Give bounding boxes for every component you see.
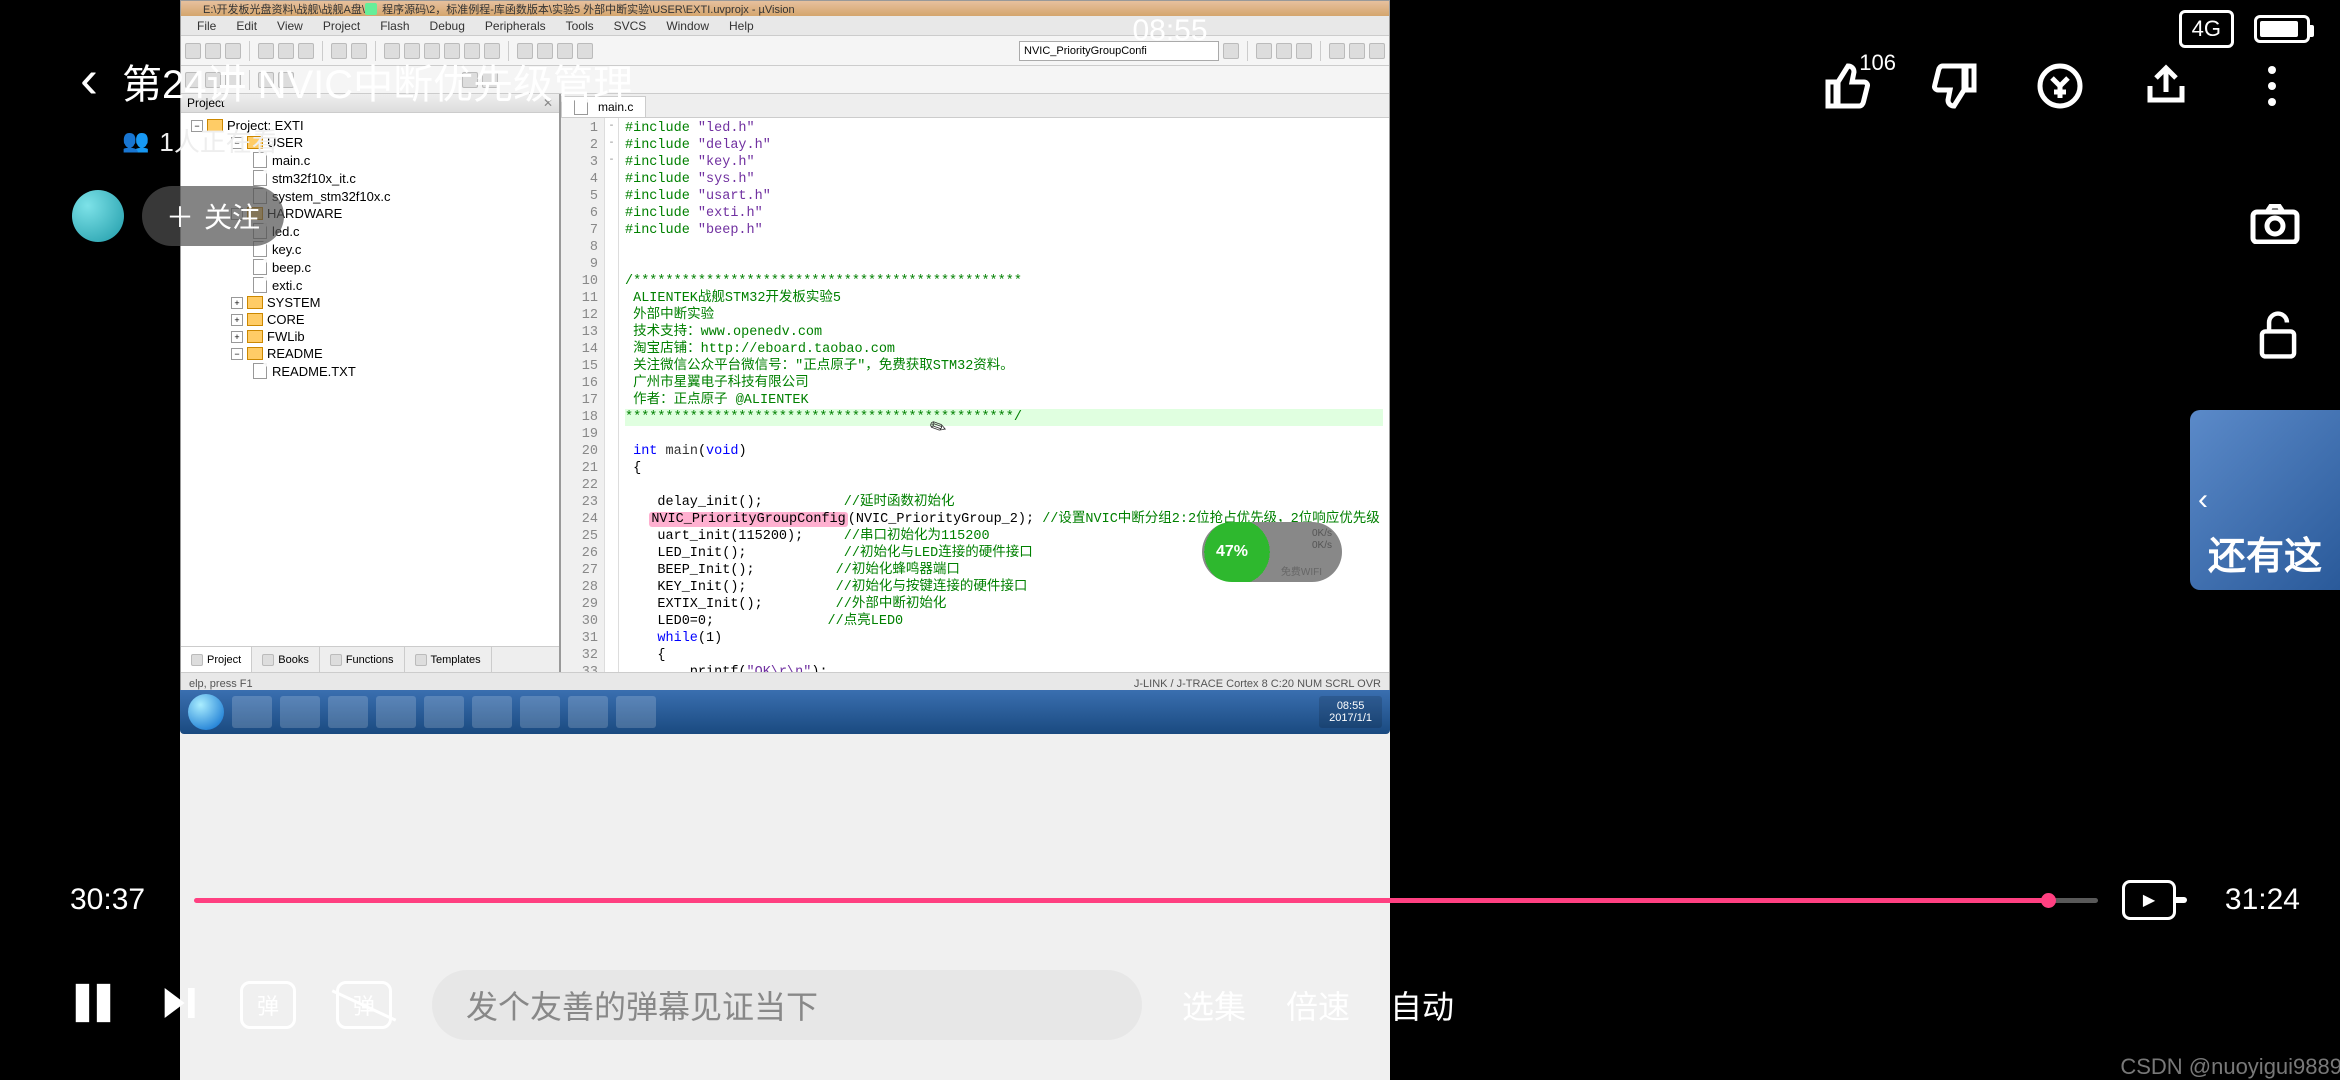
taskbar-item[interactable] — [424, 696, 464, 728]
like-button[interactable]: 106 — [1820, 58, 1876, 114]
tree-group-system[interactable]: +SYSTEM — [181, 294, 559, 311]
menu-project[interactable]: Project — [313, 19, 370, 33]
wifi-percent: 47% — [1216, 543, 1248, 561]
wifi-widget[interactable]: 47% 0K/s0K/s 免费WIFI — [1202, 522, 1342, 582]
watermark: CSDN @nuoyigui9889 — [2120, 1054, 2340, 1080]
danmu-on-button[interactable]: 弹 — [240, 981, 296, 1029]
menu-edit[interactable]: Edit — [226, 19, 267, 33]
video-title: 第24讲 NVIC中断优先级管理 — [122, 52, 633, 110]
device-status: 4G — [2179, 10, 2310, 48]
follow-label: 关注 — [204, 196, 260, 236]
total-time: 31:24 — [2200, 883, 2300, 917]
menu-window[interactable]: Window — [656, 19, 719, 33]
find-icon[interactable] — [1223, 43, 1239, 59]
menu-flash[interactable]: Flash — [370, 19, 419, 33]
screenshot-button[interactable] — [2250, 204, 2300, 249]
code-area: main.c 123456789101112131415161718192021… — [561, 94, 1389, 672]
tools-icon[interactable] — [1369, 43, 1385, 59]
pause-button[interactable] — [70, 978, 116, 1033]
chevron-left-icon: ‹ — [2198, 483, 2208, 517]
taskbar-item[interactable] — [520, 696, 560, 728]
status-right: J-LINK / J-TRACE Cortex 8 C:20 NUM SCRL … — [1134, 678, 1381, 690]
project-panel: Project ✕ −Project: EXTI−USERmain.cstm32… — [181, 94, 561, 672]
code-text[interactable]: #include "led.h"#include "delay.h"#inclu… — [619, 118, 1389, 672]
avatar[interactable] — [72, 190, 124, 242]
speed-button[interactable]: 倍速 — [1286, 982, 1350, 1028]
danmu-off-button[interactable]: 弹 — [336, 981, 392, 1029]
taskbar-item[interactable] — [328, 696, 368, 728]
menu-help[interactable]: Help — [719, 19, 764, 33]
auto-button[interactable]: 自动 — [1390, 982, 1454, 1028]
taskbar-item[interactable] — [616, 696, 656, 728]
wifi-speed: 0K/s0K/s — [1312, 528, 1332, 552]
tree-group-readme[interactable]: −README — [181, 345, 559, 362]
ide-menu-bar[interactable]: FileEditViewProjectFlashDebugPeripherals… — [181, 16, 1389, 36]
signal-icon: 4G — [2179, 10, 2234, 48]
like-count: 106 — [1859, 50, 1896, 76]
taskbar-item[interactable] — [568, 696, 608, 728]
menu-peripherals[interactable]: Peripherals — [475, 19, 556, 33]
proj-tab-templates[interactable]: Templates — [405, 647, 492, 672]
danmu-tv-icon[interactable]: ▶ — [2122, 880, 2176, 920]
danmu-input[interactable]: 发个友善的弹幕见证当下 — [432, 970, 1142, 1040]
recommend-card[interactable]: ‹ 还有这 — [2190, 410, 2340, 590]
proj-tab-books[interactable]: Books — [252, 647, 320, 672]
breakpoint-icon[interactable] — [1276, 43, 1292, 59]
project-tabs[interactable]: ProjectBooksFunctionsTemplates — [181, 646, 559, 672]
tree-file[interactable]: beep.c — [181, 258, 559, 276]
taskbar-item[interactable] — [232, 696, 272, 728]
menu-tools[interactable]: Tools — [556, 19, 604, 33]
clock: 08:55 — [1132, 14, 1207, 48]
back-button[interactable]: ‹ — [80, 52, 98, 106]
current-time: 30:37 — [70, 883, 170, 917]
follow-button[interactable]: ＋ 关注 — [142, 186, 284, 246]
start-button[interactable] — [188, 694, 224, 730]
status-left: elp, press F1 — [189, 678, 253, 690]
taskbar-clock[interactable]: 08:552017/1/1 — [1319, 696, 1382, 728]
tree-file[interactable]: exti.c — [181, 276, 559, 294]
next-button[interactable] — [156, 983, 200, 1028]
fold-gutter[interactable]: --- — [605, 118, 619, 672]
tree-group-core[interactable]: +CORE — [181, 311, 559, 328]
config-icon[interactable] — [1349, 43, 1365, 59]
recommend-text: 还有这 — [2208, 525, 2322, 580]
tree-file[interactable]: README.TXT — [181, 362, 559, 380]
tree-group-fwlib[interactable]: +FWLib — [181, 328, 559, 345]
watching-count: 1人正在看 — [122, 122, 633, 159]
windows-taskbar[interactable]: 08:552017/1/1 — [180, 690, 1390, 734]
taskbar-item[interactable] — [472, 696, 512, 728]
line-gutter: 1234567891011121314151617181920212223242… — [561, 118, 605, 672]
menu-svcs[interactable]: SVCS — [604, 19, 657, 33]
proj-tab-functions[interactable]: Functions — [320, 647, 405, 672]
share-button[interactable] — [2138, 58, 2194, 114]
battery-icon — [2254, 15, 2310, 43]
menu-view[interactable]: View — [267, 19, 313, 33]
episode-button[interactable]: 选集 — [1182, 982, 1246, 1028]
danmu-placeholder: 发个友善的弹幕见证当下 — [466, 982, 818, 1028]
lock-button[interactable] — [2256, 310, 2300, 365]
more-button[interactable] — [2244, 58, 2300, 114]
code-editor[interactable]: 1234567891011121314151617181920212223242… — [561, 118, 1389, 672]
editor-tabs[interactable]: main.c — [561, 94, 1389, 118]
ide-title-bar: E:\开发板光盘资料\战舰\战舰A盘\4，程序源码\2，标准例程-库函数版本\实… — [181, 1, 1389, 16]
taskbar-item[interactable] — [376, 696, 416, 728]
menu-debug[interactable]: Debug — [420, 19, 475, 33]
plus-icon: ＋ — [166, 196, 194, 236]
dislike-button[interactable] — [1926, 58, 1982, 114]
progress-bar[interactable] — [194, 898, 2098, 903]
taskbar-item[interactable] — [280, 696, 320, 728]
debug-icon[interactable] — [1256, 43, 1272, 59]
tree-file[interactable]: stm32f10x_it.c — [181, 169, 559, 187]
coin-button[interactable] — [2032, 58, 2088, 114]
wifi-label: 免费WIFI — [1281, 563, 1322, 578]
analyze-icon[interactable] — [1296, 43, 1312, 59]
proj-tab-project[interactable]: Project — [181, 647, 252, 672]
menu-file[interactable]: File — [187, 19, 226, 33]
window-icon[interactable] — [1329, 43, 1345, 59]
